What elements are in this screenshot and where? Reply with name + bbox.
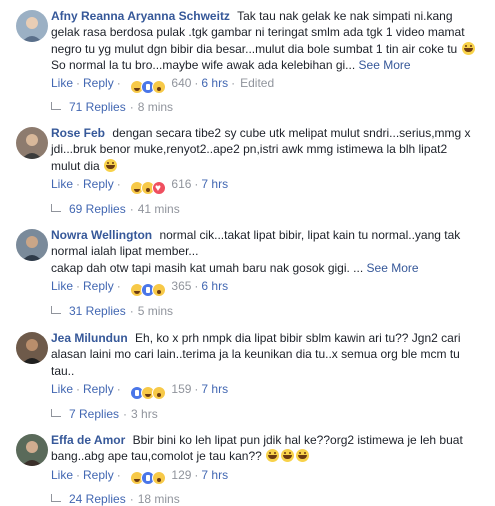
comment-actions: Like · Reply · 159 · 7 hrs bbox=[51, 381, 479, 400]
comment-actions: Like·Reply· 616·7 hrs bbox=[51, 176, 479, 197]
reaction-count[interactable]: 365 bbox=[171, 279, 191, 293]
replies-time: 41 mins bbox=[137, 202, 180, 216]
replies-time: 3 hrs bbox=[131, 407, 158, 421]
avatar[interactable] bbox=[16, 229, 48, 261]
edited-label[interactable]: Edited bbox=[240, 76, 274, 90]
laughing-emoji-icon bbox=[461, 41, 475, 55]
reply-button[interactable]: Reply bbox=[83, 382, 114, 396]
replies-count-link[interactable]: 31 Replies bbox=[69, 304, 126, 318]
like-button[interactable]: Like bbox=[51, 76, 73, 90]
reaction-summary[interactable] bbox=[130, 281, 167, 297]
wow-reaction-icon bbox=[152, 385, 167, 400]
comment-actions: Like · Reply · 365 · 6 hrs bbox=[51, 278, 479, 297]
timestamp-link[interactable]: 6 hrs bbox=[201, 279, 228, 293]
avatar[interactable] bbox=[16, 434, 48, 466]
reply-button[interactable]: Reply bbox=[83, 177, 114, 191]
timestamp-link[interactable]: 7 hrs bbox=[201, 177, 228, 191]
reply-arrow-icon bbox=[51, 409, 61, 417]
comment-actions: Like · Reply · 129 · 7 hrs bbox=[51, 467, 479, 486]
replies-time: 8 mins bbox=[137, 100, 174, 114]
reaction-count[interactable]: 640 bbox=[171, 76, 191, 90]
timestamp-link[interactable]: 7 hrs bbox=[201, 382, 228, 396]
comment-text-continued: cakap dah otw tapi masih kat umah baru n… bbox=[51, 260, 364, 275]
reply-button[interactable]: Reply bbox=[83, 468, 114, 482]
laughing-emoji-icon bbox=[266, 449, 280, 463]
like-button[interactable]: Like bbox=[51, 382, 73, 396]
love-reaction-icon bbox=[152, 180, 167, 197]
like-button[interactable]: Like bbox=[51, 279, 73, 293]
comment-author[interactable]: Rose Feb bbox=[51, 126, 105, 140]
comment-author[interactable]: Nowra Wellington bbox=[51, 228, 152, 242]
replies-count-link[interactable]: 24 Replies bbox=[69, 492, 126, 506]
avatar[interactable] bbox=[16, 10, 48, 42]
view-replies[interactable]: 7 Replies · 3 hrs bbox=[51, 406, 158, 422]
replies-time: 5 mins bbox=[137, 304, 174, 318]
wow-reaction-icon bbox=[152, 471, 167, 486]
reply-arrow-icon bbox=[51, 102, 61, 110]
comment-author[interactable]: Jea Milundun bbox=[51, 331, 128, 345]
reaction-count[interactable]: 129 bbox=[171, 468, 191, 482]
reaction-summary[interactable] bbox=[130, 384, 167, 400]
wow-reaction-icon bbox=[152, 282, 167, 297]
reaction-summary[interactable] bbox=[130, 78, 167, 95]
reply-arrow-icon bbox=[51, 204, 61, 212]
replies-count-link[interactable]: 69 Replies bbox=[69, 202, 126, 216]
replies-count-link[interactable]: 71 Replies bbox=[69, 100, 126, 114]
wow-reaction-icon bbox=[152, 80, 167, 95]
timestamp-link[interactable]: 7 hrs bbox=[201, 468, 228, 482]
see-more-link[interactable]: See More bbox=[367, 261, 419, 275]
reaction-count[interactable]: 616 bbox=[171, 177, 191, 191]
view-replies[interactable]: 69 Replies · 41 mins bbox=[51, 201, 180, 217]
laughing-emoji-icon bbox=[281, 449, 295, 463]
comment-author[interactable]: Afny Reanna Aryanna Schweitz bbox=[51, 9, 230, 23]
reply-arrow-icon bbox=[51, 306, 61, 314]
reaction-summary[interactable] bbox=[130, 470, 167, 486]
reply-button[interactable]: Reply bbox=[83, 279, 114, 293]
view-replies[interactable]: 31 Replies · 5 mins bbox=[51, 303, 173, 319]
view-replies[interactable]: 24 Replies · 18 mins bbox=[51, 491, 180, 506]
reaction-count[interactable]: 159 bbox=[171, 382, 191, 396]
comment-author[interactable]: Effa de Amor bbox=[51, 433, 125, 447]
laughing-emoji-icon bbox=[296, 449, 310, 463]
avatar[interactable] bbox=[16, 127, 48, 159]
see-more-link[interactable]: See More bbox=[359, 58, 411, 72]
like-button[interactable]: Like bbox=[51, 177, 73, 191]
view-replies[interactable]: 71 Replies · 8 mins bbox=[51, 99, 173, 115]
laughing-emoji-icon bbox=[104, 158, 118, 172]
replies-time: 18 mins bbox=[137, 492, 180, 506]
comment-actions: Like · Reply · 640 · 6 hrs · Edited bbox=[51, 75, 479, 95]
reaction-summary[interactable] bbox=[130, 179, 167, 197]
reply-button[interactable]: Reply bbox=[83, 76, 114, 90]
timestamp-link[interactable]: 6 hrs bbox=[201, 76, 228, 90]
avatar[interactable] bbox=[16, 332, 48, 364]
reply-arrow-icon bbox=[51, 494, 61, 502]
comment-feed: Afny Reanna Aryanna Schweitz Tak tau nak… bbox=[0, 0, 495, 506]
comment-text-continued: So normal la tu bro...maybe wife awak ad… bbox=[51, 57, 356, 72]
like-button[interactable]: Like bbox=[51, 468, 73, 482]
replies-count-link[interactable]: 7 Replies bbox=[69, 407, 119, 421]
